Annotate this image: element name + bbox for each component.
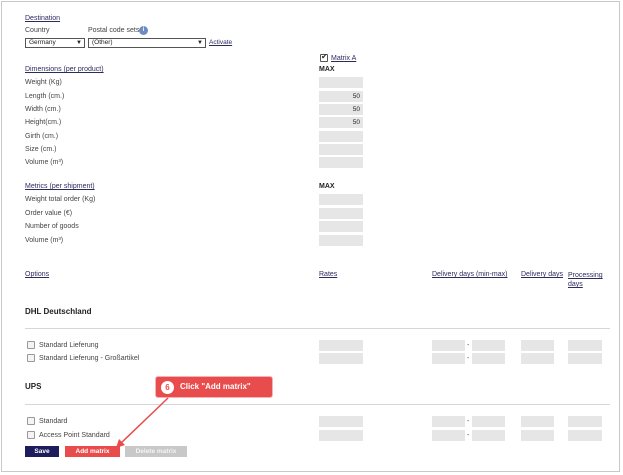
callout-arrow bbox=[116, 397, 169, 448]
callout-arrow-line bbox=[119, 397, 169, 445]
